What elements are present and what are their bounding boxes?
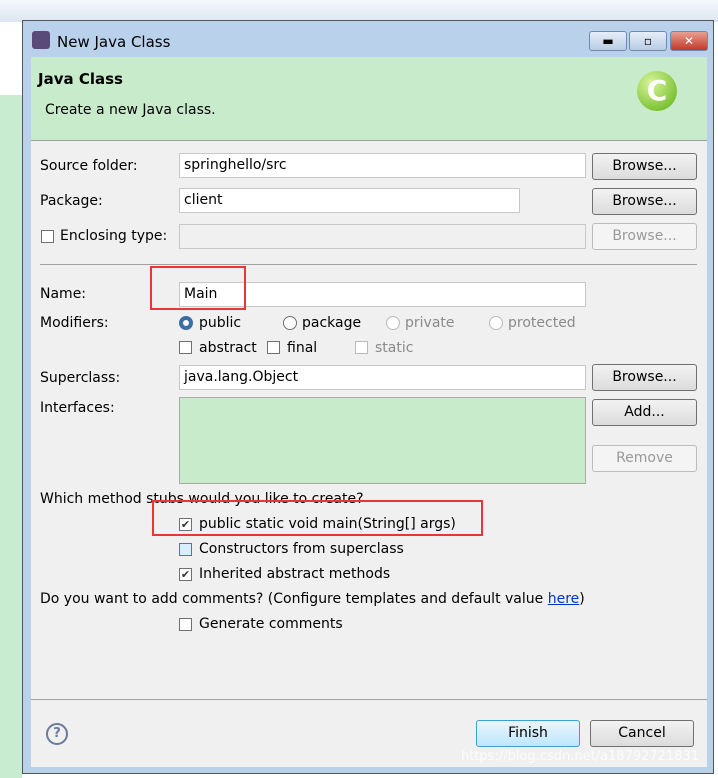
source-folder-browse-button[interactable]: Browse... (592, 153, 697, 180)
final-checkbox[interactable] (267, 341, 280, 354)
background-pane (0, 95, 22, 778)
header-title: Java Class (38, 70, 123, 88)
dialog-client: Java Class Create a new Java class. C So… (31, 57, 707, 767)
package-browse-button[interactable]: Browse... (592, 188, 697, 215)
constructors-label: Constructors from superclass (199, 541, 404, 557)
source-folder-label: Source folder: (40, 158, 138, 174)
highlight-name (150, 266, 246, 310)
inherited-checkbox[interactable]: ✔ (179, 568, 192, 581)
radio-package-label: package (302, 315, 362, 331)
interfaces-list[interactable] (179, 397, 586, 484)
inherited-label: Inherited abstract methods (199, 566, 391, 582)
remove-interface-button[interactable]: Remove (592, 445, 697, 472)
java-class-icon: C (637, 71, 677, 111)
radio-public-label: public (199, 315, 242, 331)
enclosing-type-checkbox[interactable] (41, 230, 54, 243)
name-label: Name: (40, 286, 87, 302)
new-java-class-dialog: New Java Class ▬ ▫ ✕ Java Class Create a… (22, 20, 714, 774)
radio-protected[interactable] (489, 316, 503, 330)
wizard-header: Java Class Create a new Java class. C (31, 57, 707, 141)
radio-protected-label: protected (508, 315, 576, 331)
eclipse-toolbar (0, 0, 718, 22)
comments-question-text: Do you want to add comments? (Configure … (40, 591, 548, 607)
constructors-checkbox[interactable] (179, 543, 192, 556)
minimize-button[interactable]: ▬ (589, 31, 627, 51)
radio-private-label: private (405, 315, 455, 331)
window-title: New Java Class (57, 33, 171, 51)
generate-comments-checkbox[interactable] (179, 618, 192, 631)
package-input[interactable]: client (179, 188, 520, 213)
superclass-browse-button[interactable]: Browse... (592, 364, 697, 391)
templates-link[interactable]: here (548, 591, 580, 607)
add-interface-button[interactable]: Add... (592, 399, 697, 426)
finish-button[interactable]: Finish (476, 720, 580, 747)
close-button[interactable]: ✕ (670, 31, 708, 51)
highlight-main-stub (152, 500, 483, 536)
radio-package[interactable] (283, 316, 297, 330)
cancel-button[interactable]: Cancel (590, 720, 694, 747)
interfaces-label: Interfaces: (40, 400, 115, 416)
separator (40, 264, 697, 265)
static-label: static (375, 340, 414, 356)
enclosing-type-browse-button[interactable]: Browse... (592, 223, 697, 250)
enclosing-type-label: Enclosing type: (60, 228, 168, 244)
superclass-input[interactable]: java.lang.Object (179, 365, 586, 390)
superclass-label: Superclass: (40, 370, 121, 386)
modifiers-label: Modifiers: (40, 315, 109, 331)
generate-comments-label: Generate comments (199, 616, 343, 632)
comments-question-end: ) (579, 591, 585, 607)
watermark: https://blog.csdn.net/a18792721831 (461, 749, 700, 764)
footer-separator (31, 699, 707, 700)
help-icon[interactable]: ? (46, 723, 68, 745)
enclosing-type-input[interactable] (179, 224, 586, 249)
final-label: final (287, 340, 318, 356)
source-folder-input[interactable]: springhello/src (179, 153, 586, 178)
package-label: Package: (40, 193, 103, 209)
eclipse-gear-icon (32, 31, 50, 49)
radio-public[interactable] (179, 316, 193, 330)
comments-question: Do you want to add comments? (Configure … (40, 591, 585, 607)
header-subtitle: Create a new Java class. (45, 102, 216, 118)
title-bar: New Java Class ▬ ▫ ✕ (23, 21, 713, 57)
abstract-label: abstract (199, 340, 257, 356)
radio-private[interactable] (386, 316, 400, 330)
abstract-checkbox[interactable] (179, 341, 192, 354)
static-checkbox[interactable] (355, 341, 368, 354)
maximize-button[interactable]: ▫ (629, 31, 667, 51)
